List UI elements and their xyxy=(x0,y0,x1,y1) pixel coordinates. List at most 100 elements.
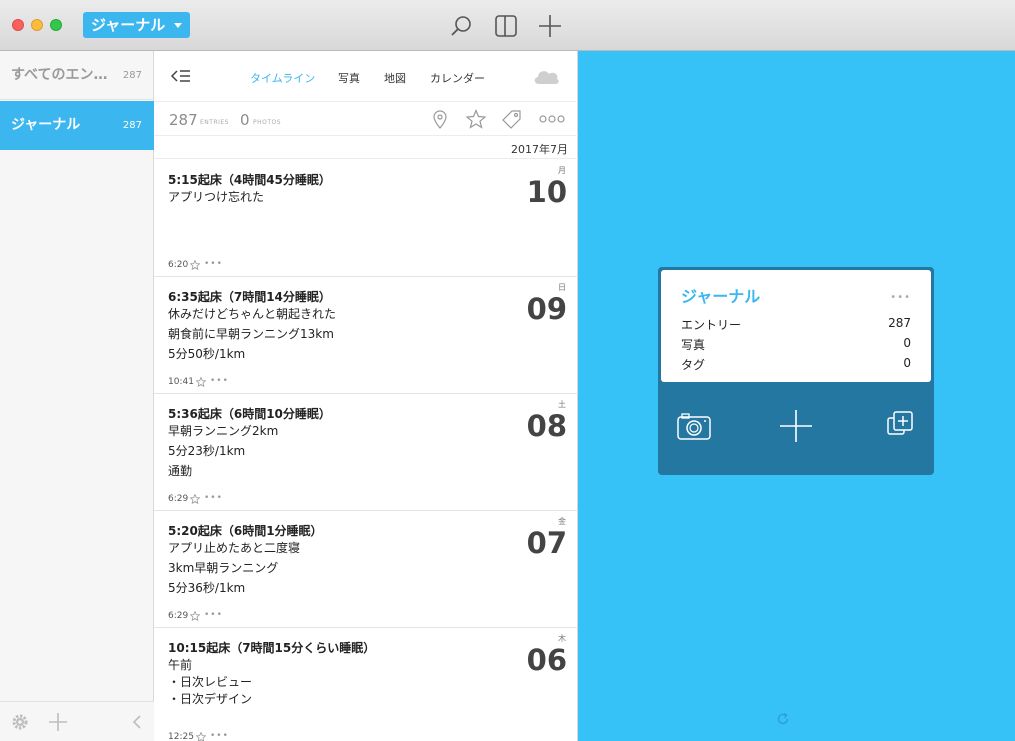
month-header: 2017年7月 xyxy=(154,137,578,159)
cloud-sync-icon[interactable] xyxy=(532,67,560,85)
tab-map[interactable]: 地図 xyxy=(384,70,406,86)
photos-label: PHOTOS xyxy=(253,119,282,126)
gear-icon[interactable] xyxy=(11,713,29,731)
search-button[interactable] xyxy=(449,13,475,39)
card-row-entries: エントリー 287 xyxy=(681,316,911,333)
title-bar: ジャーナル xyxy=(0,0,1015,51)
entry-time: 10:41 xyxy=(168,377,194,387)
add-entry-button[interactable] xyxy=(777,407,815,445)
entry-time: 12:25 xyxy=(168,732,194,741)
entry-row[interactable]: 5:15起床（4時間45分睡眠） アプリつけ忘れた 月 10 6:20 ••• xyxy=(154,160,578,277)
entry-body-line: 休みだけどちゃんと朝起きれた xyxy=(168,307,337,321)
sidebar-item-all-entries[interactable]: すべてのエン… 287 xyxy=(0,51,154,100)
add-photo-button[interactable] xyxy=(675,407,713,445)
entry-row[interactable]: 10:15起床（7時間15分くらい睡眠） 午前 ・日次レビュー ・日次デザイン … xyxy=(154,628,578,741)
entry-body-line: 5分36秒/1km xyxy=(168,581,246,595)
entry-row[interactable]: 6:35起床（7時間14分睡眠） 休みだけどちゃんと朝起きれた 朝食前に早朝ラン… xyxy=(154,277,578,394)
entry-body-line: ・日次デザイン xyxy=(168,692,253,706)
star-filter-icon[interactable] xyxy=(466,109,486,129)
journal-card-summary: ジャーナル ••• エントリー 287 写真 0 タグ 0 xyxy=(661,270,931,382)
split-view-icon xyxy=(495,15,517,37)
favorite-star-icon[interactable] xyxy=(190,260,200,270)
search-icon xyxy=(451,16,471,36)
journal-overview-panel: ジャーナル ••• エントリー 287 写真 0 タグ 0 xyxy=(578,51,1015,741)
entry-body-line: 朝食前に早朝ランニング13km xyxy=(168,327,334,341)
duplicate-entry-button[interactable] xyxy=(881,407,919,445)
entry-row[interactable]: 5:36起床（6時間10分睡眠） 早朝ランニング2km 5分23秒/1km 通勤… xyxy=(154,394,578,511)
journal-sidebar: すべてのエン… 287 ジャーナル 287 xyxy=(0,51,154,741)
tag-filter-icon[interactable] xyxy=(501,109,523,129)
card-row-value: 287 xyxy=(888,316,911,330)
add-journal-icon[interactable] xyxy=(48,712,68,732)
entry-body-line: 通勤 xyxy=(168,464,193,478)
timeline-nav: タイムライン 写真 地図 カレンダー xyxy=(154,51,578,102)
sidebar-item-journal[interactable]: ジャーナル 287 xyxy=(0,101,154,150)
entry-title: 6:35起床（7時間14分睡眠） xyxy=(168,290,331,304)
favorite-star-icon[interactable] xyxy=(190,611,200,621)
tab-calendar[interactable]: カレンダー xyxy=(430,70,485,86)
entry-time: 6:29 xyxy=(168,611,189,621)
sidebar-footer xyxy=(0,701,154,741)
favorite-star-icon[interactable] xyxy=(196,377,206,387)
entry-time: 6:20 xyxy=(168,260,189,270)
entry-title: 5:36起床（6時間10分睡眠） xyxy=(168,407,331,421)
duplicate-icon xyxy=(887,411,913,435)
entry-title: 5:20起床（6時間1分睡眠） xyxy=(168,524,323,538)
card-row-tags: タグ 0 xyxy=(681,356,911,373)
location-filter-icon[interactable] xyxy=(431,110,449,130)
maximize-window-button[interactable] xyxy=(50,19,62,31)
entry-day-number: 08 xyxy=(526,409,567,443)
month-label: 2017年7月 xyxy=(511,143,568,156)
entry-more-icon[interactable]: ••• xyxy=(210,732,229,741)
timeline-panel: タイムライン 写真 地図 カレンダー 287 ENTRIES 0 PHOTOS xyxy=(154,51,578,741)
minimize-window-button[interactable] xyxy=(31,19,43,31)
card-row-label: 写真 xyxy=(681,338,706,352)
entry-more-icon[interactable]: ••• xyxy=(204,494,223,503)
journal-card-title: ジャーナル xyxy=(681,287,761,306)
entries-count: 287 xyxy=(169,111,198,129)
new-entry-button[interactable] xyxy=(537,13,563,39)
entry-more-icon[interactable]: ••• xyxy=(210,377,229,386)
camera-icon xyxy=(677,413,711,440)
entries-label: ENTRIES xyxy=(200,119,229,126)
more-options-icon[interactable] xyxy=(539,114,565,124)
entry-day-number: 06 xyxy=(526,643,567,677)
entry-body-line: 早朝ランニング2km xyxy=(168,424,279,438)
toggle-sidebar-button[interactable] xyxy=(493,13,519,39)
entry-more-icon[interactable]: ••• xyxy=(204,611,223,620)
tab-photos[interactable]: 写真 xyxy=(338,70,360,86)
sidebar-item-label: ジャーナル xyxy=(11,117,81,133)
back-list-icon[interactable] xyxy=(170,68,192,84)
tab-timeline[interactable]: タイムライン xyxy=(250,70,315,86)
entry-body-line: 5分23秒/1km xyxy=(168,444,246,458)
photos-count: 0 xyxy=(240,111,250,129)
app-window: ジャーナル すべてのエン… 287 ジャーナル 287 タイムライン 写真 地図… xyxy=(0,0,1015,741)
journal-card: ジャーナル ••• エントリー 287 写真 0 タグ 0 xyxy=(658,267,934,475)
timeline-stats-bar: 287 ENTRIES 0 PHOTOS xyxy=(154,102,578,136)
entry-body-line: 午前 xyxy=(168,658,193,672)
journal-card-more-icon[interactable]: ••• xyxy=(890,293,911,303)
sidebar-item-count: 287 xyxy=(122,120,142,131)
entry-body-line: アプリ止めたあと二度寝 xyxy=(168,541,301,555)
chevron-down-icon xyxy=(174,23,182,28)
card-row-label: タグ xyxy=(681,358,706,372)
entry-day-number: 07 xyxy=(526,526,567,560)
refresh-icon[interactable] xyxy=(776,712,790,726)
collapse-sidebar-icon[interactable] xyxy=(131,714,143,730)
entry-body-line: 5分50秒/1km xyxy=(168,347,246,361)
close-window-button[interactable] xyxy=(12,19,24,31)
entry-row[interactable]: 5:20起床（6時間1分睡眠） アプリ止めたあと二度寝 3km早朝ランニング 5… xyxy=(154,511,578,628)
entry-body-line: アプリつけ忘れた xyxy=(168,190,265,204)
entry-title: 5:15起床（4時間45分睡眠） xyxy=(168,173,331,187)
journal-selector-dropdown[interactable]: ジャーナル xyxy=(83,12,190,38)
card-row-photos: 写真 0 xyxy=(681,336,911,353)
entry-more-icon[interactable]: ••• xyxy=(204,260,223,269)
journal-selector-label: ジャーナル xyxy=(91,16,166,34)
sidebar-item-label: すべてのエン… xyxy=(11,67,108,83)
favorite-star-icon[interactable] xyxy=(196,732,206,741)
entry-time: 6:29 xyxy=(168,494,189,504)
card-row-label: エントリー xyxy=(681,318,742,332)
sidebar-item-count: 287 xyxy=(122,70,142,81)
favorite-star-icon[interactable] xyxy=(190,494,200,504)
entry-body-line: 3km早朝ランニング xyxy=(168,561,279,575)
